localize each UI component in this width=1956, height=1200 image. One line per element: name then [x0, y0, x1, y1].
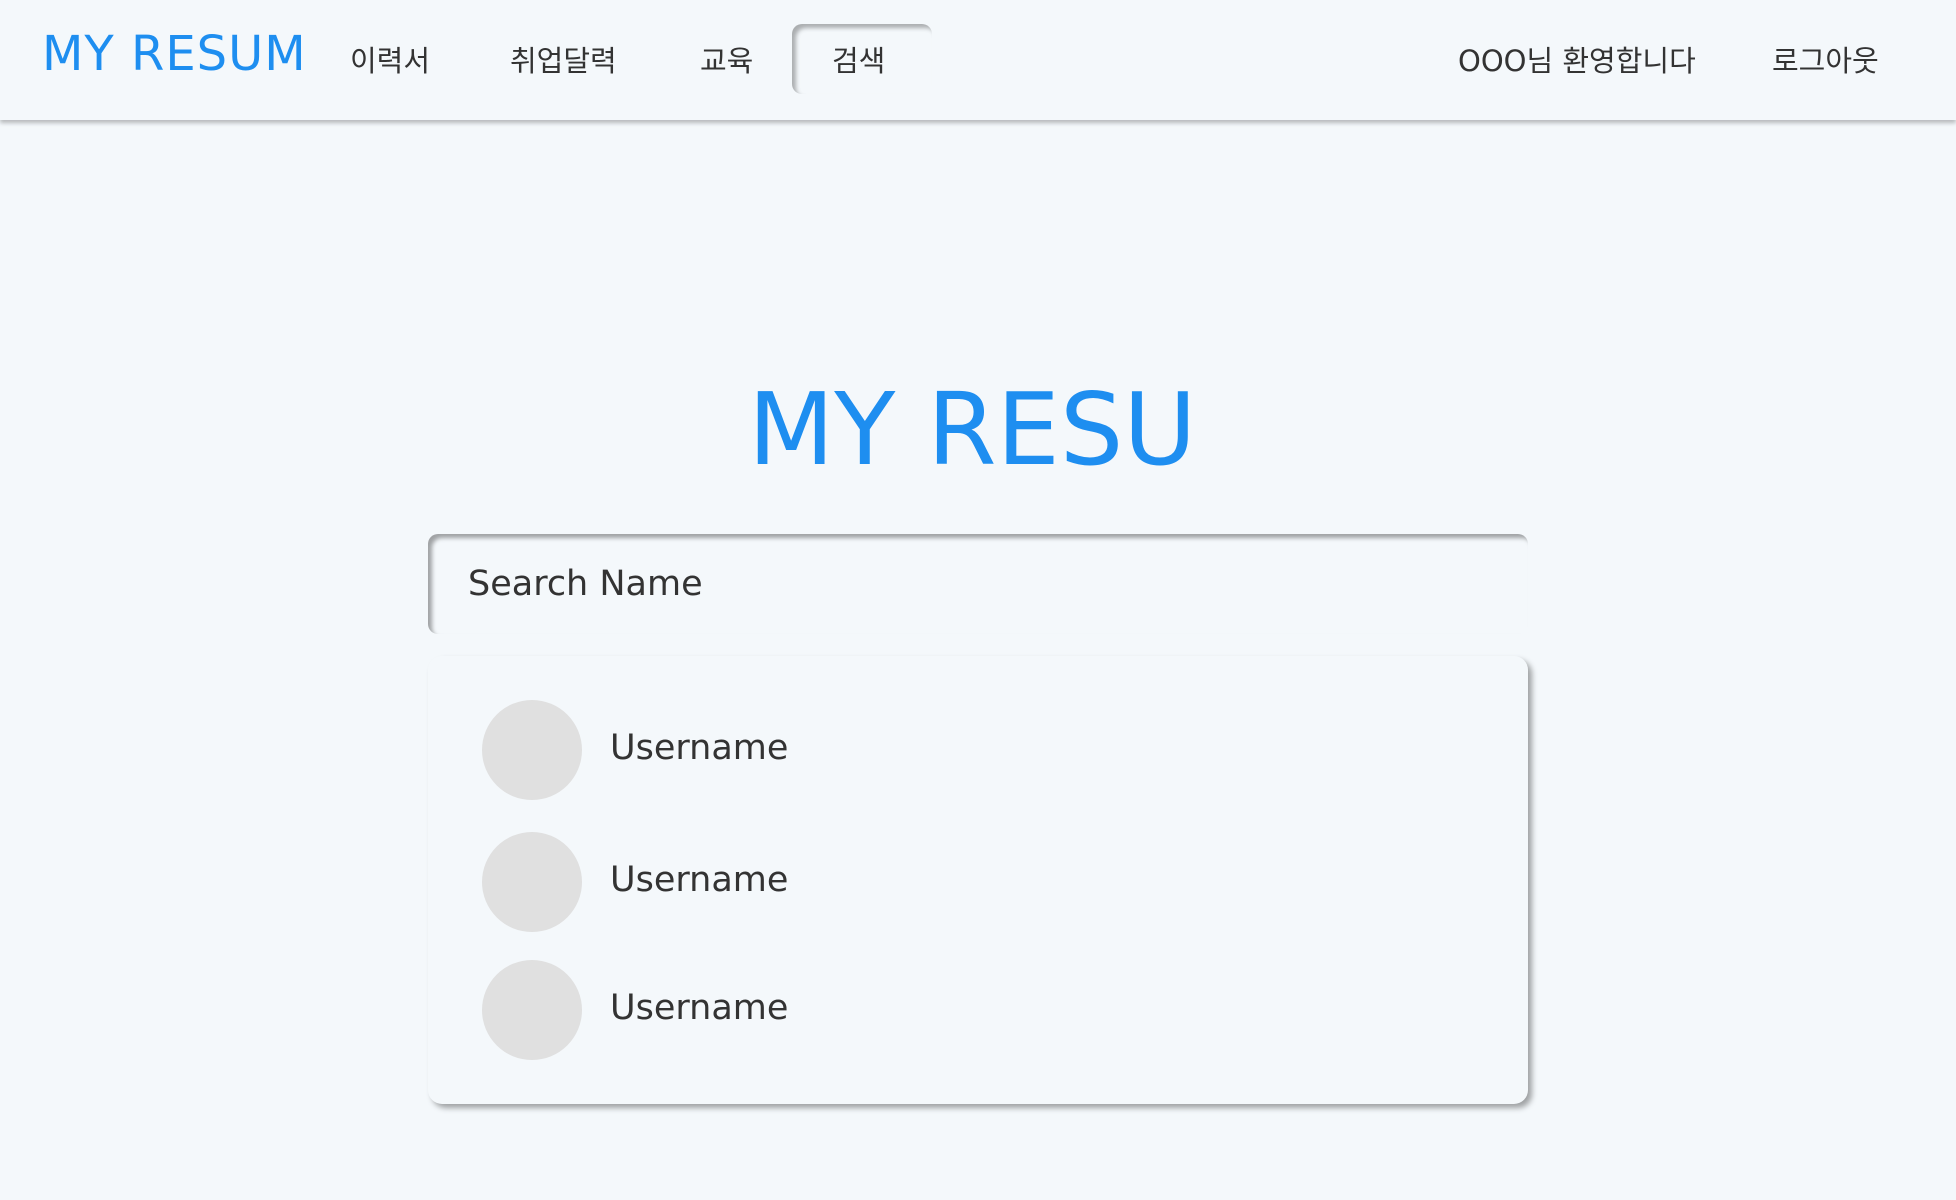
username-label: Username	[610, 860, 789, 900]
page-title: MY RESUME	[748, 371, 1197, 530]
search-results-list: Username Username Username	[428, 656, 1528, 1104]
nav-item-resume[interactable]: 이력서	[350, 38, 430, 80]
nav-item-search[interactable]: 검색	[832, 38, 885, 80]
search-input[interactable]	[428, 534, 1528, 634]
username-label: Username	[610, 988, 789, 1028]
avatar	[482, 960, 582, 1060]
list-item[interactable]: Username	[482, 700, 1382, 800]
nav-item-job-calendar[interactable]: 취업달력	[510, 38, 617, 80]
list-item[interactable]: Username	[482, 960, 1382, 1060]
top-navbar: MY RESUM 이력서 취업달력 교육 검색 OOO님 환영합니다 로그아웃	[0, 0, 1956, 120]
username-label: Username	[610, 728, 789, 768]
avatar	[482, 700, 582, 800]
list-item[interactable]: Username	[482, 832, 1382, 932]
brand-logo[interactable]: MY RESUM	[42, 26, 307, 82]
search-box	[428, 534, 1528, 634]
avatar	[482, 832, 582, 932]
nav-item-education[interactable]: 교육	[700, 38, 753, 80]
logout-link[interactable]: 로그아웃	[1772, 38, 1879, 80]
welcome-message: OOO님 환영합니다	[1458, 44, 1696, 78]
